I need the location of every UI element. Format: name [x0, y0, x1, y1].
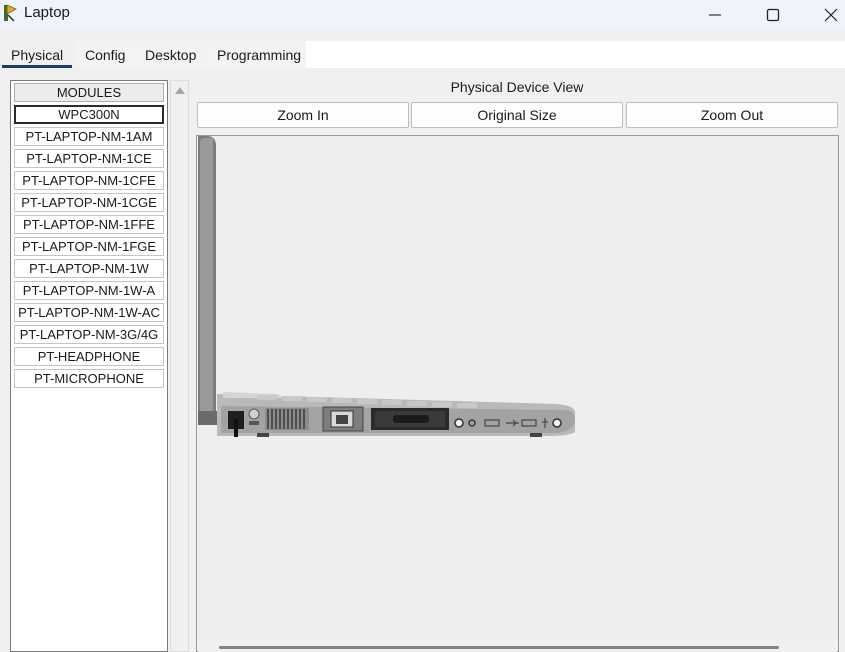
device-canvas [196, 135, 839, 652]
close-icon [824, 8, 838, 22]
zoom-in-button[interactable]: Zoom In [197, 102, 409, 128]
active-tab-indicator [2, 65, 72, 68]
minimize-button[interactable] [692, 0, 738, 30]
title-bar: Laptop [0, 0, 845, 30]
zoom-out-button[interactable]: Zoom Out [626, 102, 838, 128]
module-item[interactable]: PT-HEADPHONE [14, 347, 164, 366]
module-item[interactable]: PT-LAPTOP-NM-3G/4G [14, 325, 164, 344]
original-size-button[interactable]: Original Size [411, 102, 623, 128]
canvas-horizontal-scrollbar[interactable] [198, 638, 837, 652]
tab-config[interactable]: Config [75, 41, 136, 68]
tab-bar: Physical Config Desktop Programming [0, 31, 845, 68]
window-title: Laptop [24, 4, 70, 21]
module-item[interactable]: PT-LAPTOP-NM-1CGE [14, 193, 164, 212]
module-item[interactable]: WPC300N [14, 105, 164, 124]
laptop-side-view-image [198, 136, 576, 437]
tab-physical[interactable]: Physical [1, 41, 74, 68]
close-button[interactable] [808, 0, 845, 30]
packet-tracer-app-icon [2, 3, 20, 23]
tab-desktop[interactable]: Desktop [135, 41, 207, 68]
module-item[interactable]: PT-LAPTOP-NM-1CE [14, 149, 164, 168]
modules-header: MODULES [14, 83, 164, 102]
module-item[interactable]: PT-LAPTOP-NM-1W-AC [14, 303, 164, 322]
minimize-icon [709, 14, 721, 16]
modules-scrollbar[interactable] [170, 80, 189, 652]
tab-strip-filler [306, 41, 845, 68]
module-item[interactable]: PT-MICROPHONE [14, 369, 164, 388]
module-item[interactable]: PT-LAPTOP-NM-1FGE [14, 237, 164, 256]
module-item[interactable]: PT-LAPTOP-NM-1W-A [14, 281, 164, 300]
module-item[interactable]: PT-LAPTOP-NM-1W [14, 259, 164, 278]
maximize-icon [766, 8, 780, 22]
scroll-up-arrow-icon[interactable] [175, 87, 185, 94]
module-item[interactable]: PT-LAPTOP-NM-1AM [14, 127, 164, 146]
physical-device-view-title: Physical Device View [450, 79, 584, 95]
horizontal-scroll-thumb[interactable] [219, 646, 779, 649]
module-item[interactable]: PT-LAPTOP-NM-1CFE [14, 171, 164, 190]
module-item[interactable]: PT-LAPTOP-NM-1FFE [14, 215, 164, 234]
modules-list: MODULES WPC300N PT-LAPTOP-NM-1AM PT-LAPT… [10, 80, 168, 652]
maximize-button[interactable] [750, 0, 796, 30]
tab-programming[interactable]: Programming [207, 41, 312, 68]
